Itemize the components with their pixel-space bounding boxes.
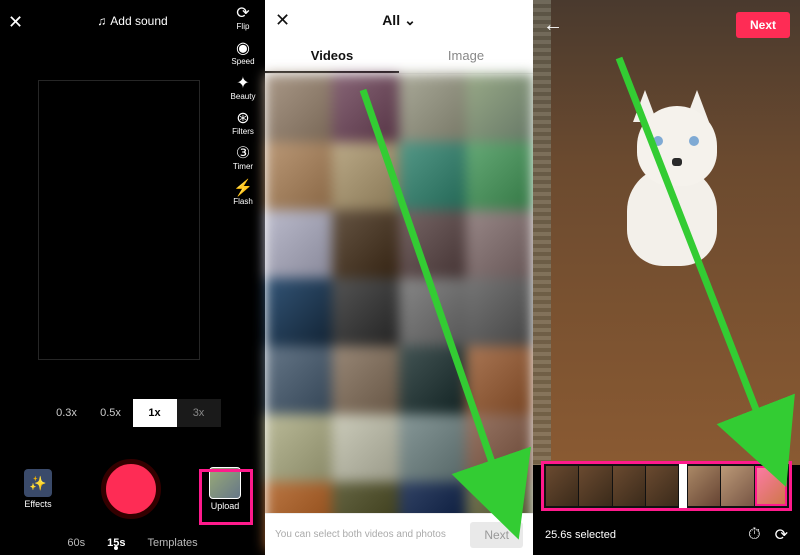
media-type-tabs: Videos Image [265,40,533,74]
speed-label: Speed [231,57,254,66]
media-thumbnail[interactable] [399,210,466,278]
tab-60s[interactable]: 60s [67,537,85,549]
flip-button[interactable]: ⟳Flip [225,6,261,31]
media-thumbnail[interactable] [265,414,332,482]
trim-footer: 25.6s selected ⏱ ⟳ [533,515,800,555]
media-thumbnail[interactable] [332,278,399,346]
video-preview [533,0,800,465]
media-thumbnail[interactable] [399,142,466,210]
beauty-label: Beauty [231,92,256,101]
timeline-frame[interactable] [579,466,611,506]
upload-highlight-box [199,469,253,525]
picker-top-bar: ✕ All ⌄ [265,0,533,40]
flip-label: Flip [237,22,250,31]
music-note-icon: ♫ [97,14,106,28]
dog-image [597,86,747,286]
timeline-frame[interactable] [646,466,678,506]
flash-button[interactable]: ⚡Flash [225,181,261,206]
media-grid[interactable] [265,74,533,513]
filters-label: Filters [232,127,254,136]
tab-15s[interactable]: 15s [107,537,125,549]
flash-label: Flash [233,197,253,206]
zoom-1x[interactable]: 1x [133,399,177,427]
effects-icon: ✨ [24,469,52,497]
media-thumbnail[interactable] [399,278,466,346]
timeline-frame[interactable] [721,466,753,506]
next-button[interactable]: Next [470,522,523,548]
flash-icon: ⚡ [225,181,261,197]
speed-icon[interactable]: ⏱ [748,526,760,544]
filters-button[interactable]: ⊛Filters [225,111,261,136]
duration-tabs: 60s 15s Templates [0,537,265,549]
tab-videos[interactable]: Videos [265,40,399,73]
timer-icon: ③ [225,146,261,162]
zoom-3x[interactable]: 3x [177,399,221,427]
close-icon[interactable]: ✕ [8,12,23,33]
chevron-down-icon: ⌄ [404,12,416,29]
add-sound-button[interactable]: ♫ Add sound [97,14,167,28]
speed-button[interactable]: ◉Speed [225,41,261,66]
close-icon[interactable]: ✕ [275,10,290,31]
selected-duration-text: 25.6s selected [545,529,616,541]
media-thumbnail[interactable] [399,414,466,482]
record-button[interactable] [101,459,161,519]
media-thumbnail[interactable] [399,74,466,142]
flip-icon: ⟳ [225,6,261,22]
media-thumbnail[interactable] [332,142,399,210]
timeline-frame[interactable] [546,466,578,506]
effects-label: Effects [24,499,51,509]
media-thumbnail[interactable] [332,346,399,414]
active-dot-icon [114,546,118,550]
speed-icon: ◉ [225,41,261,57]
filters-icon: ⊛ [225,111,261,127]
media-thumbnail[interactable] [265,142,332,210]
media-thumbnail[interactable] [466,346,533,414]
media-thumbnail[interactable] [466,278,533,346]
media-thumbnail[interactable] [332,210,399,278]
media-thumbnail[interactable] [332,74,399,142]
media-thumbnail[interactable] [466,210,533,278]
timeline-frame[interactable] [755,466,787,506]
camera-side-tools: ⟳Flip ◉Speed ✦Beauty ⊛Filters ③Timer ⚡Fl… [225,6,261,206]
media-thumbnail[interactable] [265,346,332,414]
back-icon[interactable]: ← [543,14,563,37]
rotate-icon[interactable]: ⟳ [775,525,788,545]
picker-hint-text: You can select both videos and photos [275,529,470,540]
media-thumbnail[interactable] [265,74,332,142]
tab-image[interactable]: Image [399,40,533,73]
picker-footer: You can select both videos and photos Ne… [265,513,533,555]
media-thumbnail[interactable] [265,278,332,346]
gallery-picker-screen: ✕ All ⌄ Videos Image You can select both… [265,0,533,555]
beauty-icon: ✦ [225,76,261,92]
media-thumbnail[interactable] [466,74,533,142]
next-button[interactable]: Next [736,12,790,38]
media-thumbnail[interactable] [265,210,332,278]
trim-screen: ← Next 25.6s selected ⏱ ⟳ [533,0,800,555]
camera-screen: ✕ ♫ Add sound ⟳Flip ◉Speed ✦Beauty ⊛Filt… [0,0,265,555]
zoom-0-3x[interactable]: 0.3x [45,399,89,427]
timeline-frame[interactable] [688,466,720,506]
media-thumbnail[interactable] [466,142,533,210]
curtain-decoration [533,0,551,465]
effects-button[interactable]: ✨ Effects [18,469,58,509]
add-sound-label: Add sound [110,14,167,28]
media-thumbnail[interactable] [466,414,533,482]
camera-viewfinder [38,80,200,360]
zoom-0-5x[interactable]: 0.5x [89,399,133,427]
zoom-bar: 0.3x 0.5x 1x 3x [0,399,265,427]
timeline-strip[interactable] [541,461,792,511]
media-thumbnail[interactable] [332,414,399,482]
timeline-frame[interactable] [613,466,645,506]
album-dropdown[interactable]: All ⌄ [382,12,416,29]
timer-button[interactable]: ③Timer [225,146,261,171]
media-thumbnail[interactable] [399,346,466,414]
album-label: All [382,12,400,28]
timer-label: Timer [233,162,253,171]
beauty-button[interactable]: ✦Beauty [225,76,261,101]
trim-handle[interactable] [679,464,687,508]
tab-templates[interactable]: Templates [147,537,197,549]
